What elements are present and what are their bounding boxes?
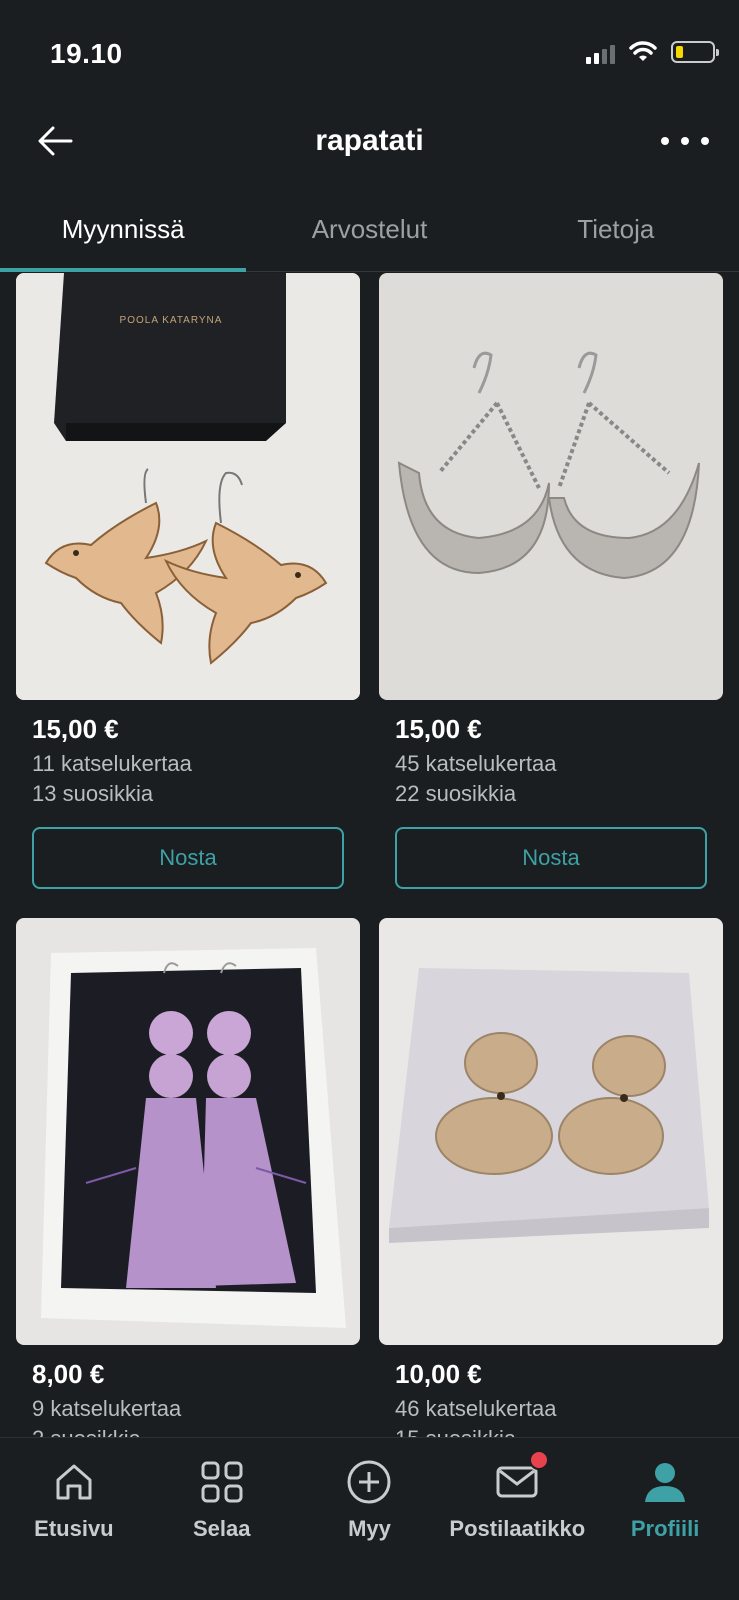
profile-tabs: Myynnissä Arvostelut Tietoja: [0, 200, 739, 272]
nav-item-etusivu[interactable]: Etusivu: [0, 1438, 148, 1600]
battery-icon: [671, 41, 719, 63]
listing-views: 9 katselukertaa: [32, 1396, 182, 1421]
listing-favorites: 22 suosikkia: [395, 781, 517, 806]
bottom-nav: Etusivu Selaa Myy Postilaatikko Profiili: [0, 1437, 739, 1600]
listing-price: 15,00 €: [32, 714, 119, 744]
listing-favorites: 2 suosikkia: [32, 1426, 360, 1437]
svg-text:POOLA KATARYNA: POOLA KATARYNA: [120, 315, 223, 326]
cellular-signal-icon: [586, 40, 615, 64]
listing-views: 46 katselukertaa: [395, 1396, 557, 1421]
status-bar: 19.10: [0, 0, 739, 100]
nav-item-profiili[interactable]: Profiili: [591, 1438, 739, 1600]
listing-card[interactable]: 15,00 € 45 katselukertaa 22 suosikkia No…: [379, 273, 723, 889]
listing-image-gold-glitter-pebble-earrings[interactable]: [379, 918, 723, 1345]
listing-image-purple-tassel-earrings[interactable]: [16, 918, 360, 1345]
tab-myynnissa[interactable]: Myynnissä: [0, 200, 247, 272]
nav-item-selaa[interactable]: Selaa: [148, 1438, 296, 1600]
home-icon: [56, 1464, 92, 1500]
nav-item-myy[interactable]: Myy: [296, 1438, 444, 1600]
wifi-icon: [629, 41, 657, 61]
nav-label: Etusivu: [34, 1516, 114, 1541]
listing-image-silver-glitter-scallop-earrings[interactable]: [379, 273, 723, 700]
tab-arvostelut[interactable]: Arvostelut: [246, 200, 492, 271]
nav-label: Postilaatikko: [449, 1516, 586, 1541]
nav-label: Selaa: [192, 1516, 251, 1541]
listing-views: 11 katselukertaa: [32, 751, 192, 776]
listing-favorites: 13 suosikkia: [32, 781, 154, 806]
tab-tietoja[interactable]: Tietoja: [493, 200, 739, 271]
nosta-button[interactable]: Nosta: [395, 827, 707, 889]
header: rapatati: [0, 100, 739, 182]
notification-badge: [529, 1450, 550, 1470]
page-title: rapatati: [315, 124, 424, 157]
listing-price: 8,00 €: [32, 1359, 105, 1389]
listing-image-wooden-bird-earrings[interactable]: POOLA KATARYNA: [16, 273, 360, 700]
status-icons: [586, 40, 719, 64]
listing-price: 15,00 €: [395, 714, 482, 744]
listing-card[interactable]: POOLA KATARYNA 15,00 € 11 katselukertaa …: [16, 273, 360, 889]
listing-views: 45 katselukertaa: [395, 751, 557, 776]
listing-favorites: 15 suosikkia: [395, 1426, 723, 1437]
nosta-button[interactable]: Nosta: [32, 827, 344, 889]
more-options-button[interactable]: [661, 126, 709, 156]
grid-icon: [201, 1461, 243, 1503]
status-time: 19.10: [50, 38, 123, 69]
nav-label: Myy: [348, 1516, 391, 1541]
listing-card[interactable]: 8,00 € 9 katselukertaa 2 suosikkia: [16, 918, 360, 1437]
mail-icon-wrapper: [493, 1450, 550, 1506]
listing-card[interactable]: 10,00 € 46 katselukertaa 15 suosikkia: [379, 918, 723, 1437]
profile-icon: [645, 1463, 686, 1502]
plus-circle-icon: [347, 1460, 391, 1504]
listing-price: 10,00 €: [395, 1359, 482, 1389]
nav-label: Profiili: [630, 1516, 700, 1541]
nav-item-postilaatikko[interactable]: Postilaatikko: [443, 1438, 591, 1600]
listings-grid: POOLA KATARYNA 15,00 € 11 katselukertaa …: [16, 273, 723, 1437]
